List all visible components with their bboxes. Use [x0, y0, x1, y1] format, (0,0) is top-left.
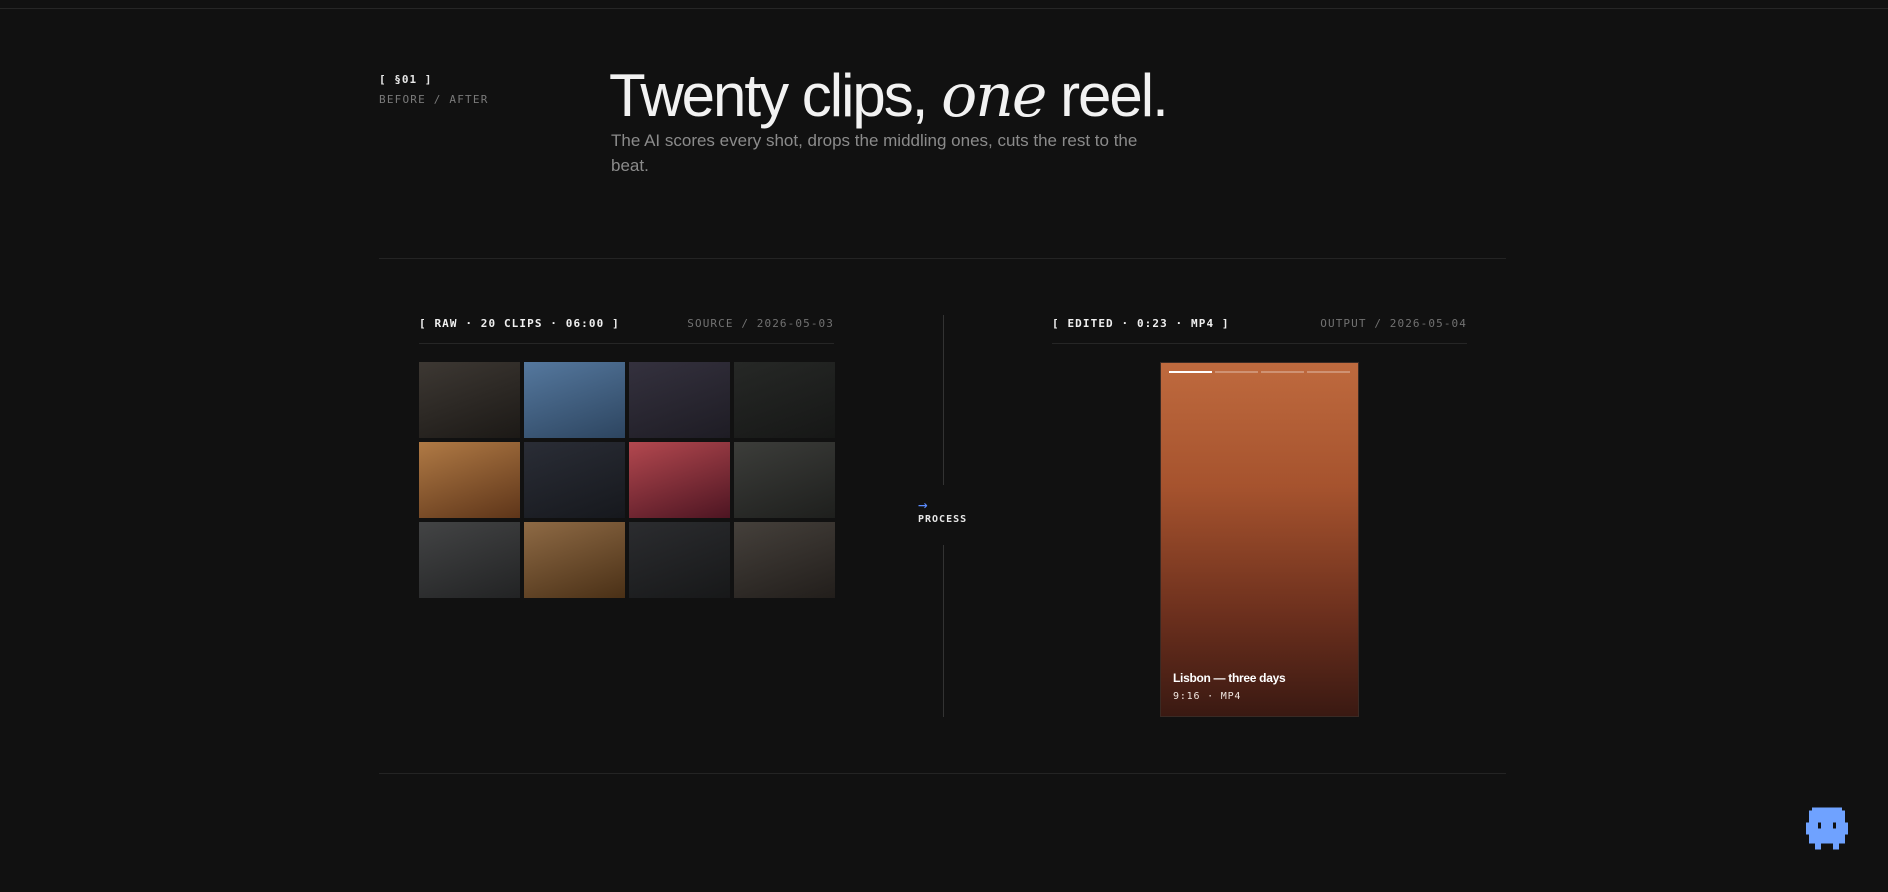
section-divider-bottom	[379, 773, 1506, 774]
reel-format: 9:16 · MP4	[1173, 691, 1242, 702]
section-number: [ §01 ]	[379, 73, 433, 86]
clip-thumbnail[interactable]	[734, 362, 835, 438]
process-label: PROCESS	[918, 514, 968, 525]
headline-part-2: reel.	[1060, 62, 1169, 129]
clip-thumbnail[interactable]	[629, 362, 730, 438]
subtitle: The AI scores every shot, drops the midd…	[611, 131, 1138, 175]
clip-thumbnail[interactable]	[734, 522, 835, 598]
headline-emphasis: one	[941, 61, 1047, 131]
clip-thumbnail[interactable]	[419, 442, 520, 518]
edited-panel-rule	[1052, 343, 1467, 344]
progress-segment	[1169, 371, 1212, 373]
clip-thumbnail[interactable]	[524, 362, 625, 438]
headline: Twenty clips, one reel.	[609, 60, 1169, 132]
top-divider	[0, 8, 1888, 9]
process-divider-upper	[943, 315, 944, 485]
clip-thumbnail[interactable]	[524, 522, 625, 598]
raw-panel-header: [ RAW · 20 CLIPS · 06:00 ] SOURCE / 2026…	[419, 317, 834, 333]
edited-panel-tag: [ EDITED · 0:23 · MP4 ]	[1052, 317, 1230, 330]
edited-reel-preview[interactable]: Lisbon — three days 9:16 · MP4	[1160, 362, 1359, 717]
clip-thumbnail[interactable]	[419, 362, 520, 438]
clip-thumbnail[interactable]	[629, 522, 730, 598]
process-divider-lower	[943, 545, 944, 717]
clip-thumbnail[interactable]	[734, 442, 835, 518]
raw-clip-grid	[419, 362, 835, 598]
edited-panel-header: [ EDITED · 0:23 · MP4 ] OUTPUT / 2026-05…	[1052, 317, 1467, 333]
section-label: BEFORE / AFTER	[379, 93, 489, 106]
clip-thumbnail[interactable]	[629, 442, 730, 518]
clip-thumbnail[interactable]	[524, 442, 625, 518]
clip-thumbnail[interactable]	[419, 522, 520, 598]
pixel-ghost-mascot-icon[interactable]	[1806, 807, 1848, 853]
section-divider-top	[379, 258, 1506, 259]
raw-panel-tag: [ RAW · 20 CLIPS · 06:00 ]	[419, 317, 620, 330]
right-arrow-icon: →	[918, 495, 928, 514]
headline-part-1: Twenty clips,	[609, 62, 928, 129]
reel-progress-bar	[1169, 371, 1350, 373]
raw-panel-rule	[419, 343, 834, 344]
raw-panel-meta: SOURCE / 2026-05-03	[687, 317, 834, 330]
progress-segment	[1261, 371, 1304, 373]
section-marker: [ §01 ] BEFORE / AFTER	[379, 73, 489, 106]
edited-panel-meta: OUTPUT / 2026-05-04	[1320, 317, 1467, 330]
progress-segment	[1215, 371, 1258, 373]
progress-segment	[1307, 371, 1350, 373]
process-indicator: → PROCESS	[918, 495, 968, 526]
reel-title: Lisbon — three days	[1173, 671, 1286, 685]
